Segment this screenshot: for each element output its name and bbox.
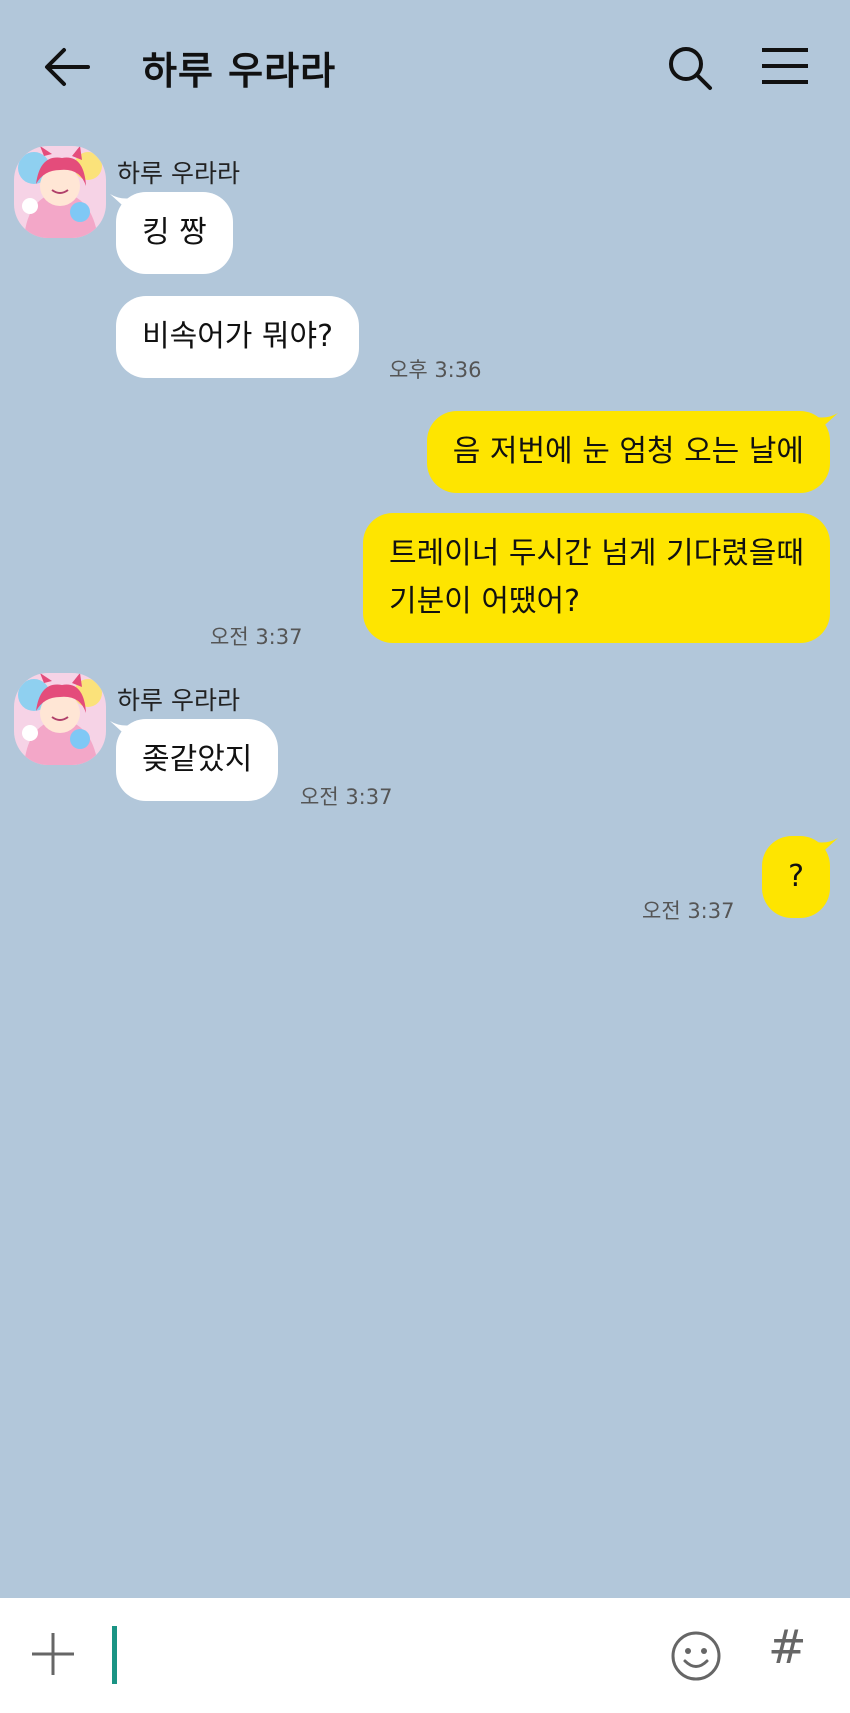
smiley-icon[interactable] — [670, 1630, 722, 1682]
chat-title: 하루 우라라 — [142, 49, 337, 93]
message-time: 오전 3:37 — [210, 625, 303, 649]
message-time: 오후 3:36 — [389, 358, 482, 382]
message-bubble[interactable]: 킹 짱 — [116, 192, 233, 274]
message-line: 트레이너 두시간 넘게 기다렸을때 — [388, 536, 804, 571]
sender-name: 하루 우라라 — [117, 159, 240, 188]
bubble-tail — [816, 838, 838, 858]
chat-header: 하루 우라라 — [0, 0, 850, 130]
message-line: 기분이 어땠어? — [388, 584, 581, 619]
message-time: 오전 3:37 — [300, 785, 393, 809]
message-bubble[interactable]: 음 저번에 눈 엄청 오는 날에 — [426, 411, 830, 493]
message-bubble[interactable]: 비속어가 뭐야? — [116, 296, 360, 378]
bubble-tail — [816, 413, 838, 433]
plus-icon[interactable] — [30, 1631, 76, 1677]
sender-name: 하루 우라라 — [117, 686, 240, 715]
hamburger-menu-icon[interactable] — [760, 46, 810, 86]
message-bubble-multiline[interactable]: 트레이너 두시간 넘게 기다렸을때 기분이 어땠어? — [362, 513, 830, 643]
message-input-bar: # — [0, 1598, 850, 1713]
avatar[interactable] — [14, 673, 106, 765]
hashtag-button[interactable]: # — [768, 1620, 807, 1674]
avatar-image — [14, 673, 106, 765]
message-time: 오전 3:37 — [642, 899, 735, 923]
message-input[interactable] — [125, 1623, 649, 1687]
text-cursor — [112, 1626, 117, 1684]
search-icon[interactable] — [666, 44, 714, 92]
avatar[interactable] — [14, 146, 106, 238]
message-bubble[interactable]: 좆같았지 — [116, 719, 279, 801]
arrow-left-icon[interactable] — [40, 44, 92, 90]
avatar-image — [14, 146, 106, 238]
